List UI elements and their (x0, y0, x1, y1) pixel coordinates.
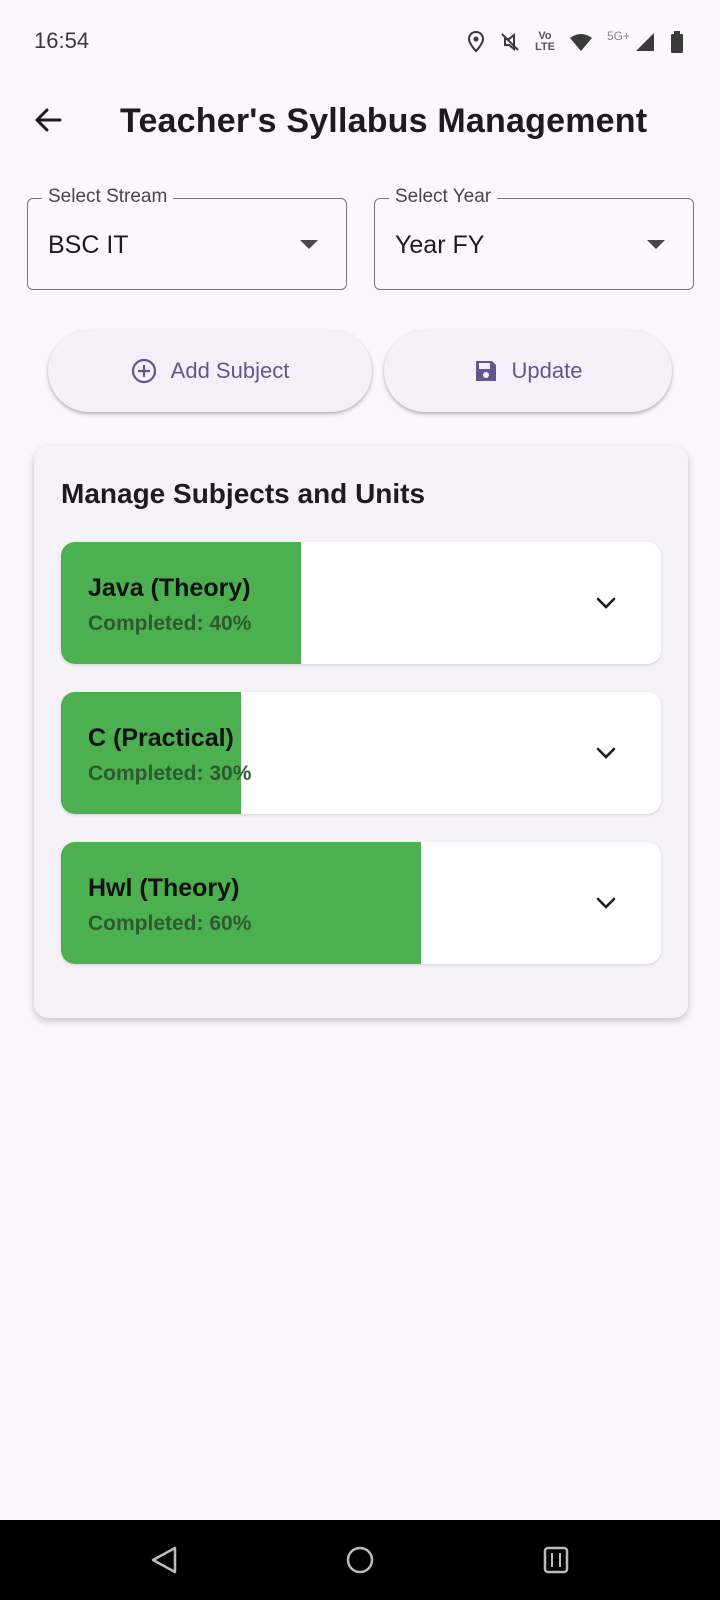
progress-fill (61, 842, 421, 964)
status-bar: 16:54 Vo LTE 5G+ (0, 0, 720, 84)
stream-dropdown-value: BSC IT (48, 231, 129, 259)
dropdown-arrow-icon (647, 240, 665, 249)
year-dropdown[interactable]: Select Year Year FY (374, 186, 694, 290)
app-bar: Teacher's Syllabus Management (0, 84, 720, 164)
card-title: Manage Subjects and Units (61, 478, 426, 509)
plus-circle-icon (131, 358, 157, 384)
nav-back-icon[interactable] (146, 1542, 182, 1578)
subject-progress-text: Completed: 30% (88, 762, 252, 785)
save-icon (474, 359, 498, 383)
mute-icon (499, 31, 521, 53)
wifi-icon (569, 32, 593, 52)
nav-recents-icon[interactable] (538, 1542, 574, 1578)
progress-fill (61, 542, 301, 664)
add-subject-label: Add Subject (170, 358, 290, 383)
update-button[interactable]: Update (384, 330, 672, 412)
chevron-down-icon[interactable] (593, 740, 619, 766)
location-icon (467, 31, 485, 53)
subject-name: C (Practical) (88, 724, 234, 752)
stream-dropdown-label: Select Stream (42, 186, 174, 208)
battery-icon (670, 30, 684, 54)
year-dropdown-value: Year FY (395, 231, 485, 259)
page-title: Teacher's Syllabus Management (120, 102, 648, 140)
stream-dropdown[interactable]: Select Stream BSC IT (27, 186, 347, 290)
subject-item[interactable]: Java (Theory) Completed: 40% (61, 542, 661, 664)
add-subject-button[interactable]: Add Subject (48, 330, 372, 412)
signal-icon (634, 31, 656, 53)
subject-progress-text: Completed: 40% (88, 612, 252, 635)
status-icons: Vo LTE 5G+ (467, 28, 684, 56)
update-label: Update (511, 358, 583, 383)
subject-progress-text: Completed: 60% (88, 912, 252, 935)
system-nav-bar (0, 1520, 720, 1600)
nav-home-icon[interactable] (342, 1542, 378, 1578)
back-button[interactable] (24, 98, 72, 146)
subjects-card: Manage Subjects and Units Java (Theory) … (34, 446, 688, 1018)
status-time: 16:54 (34, 28, 90, 53)
subject-name: Hwl (Theory) (88, 874, 240, 902)
dropdown-arrow-icon (300, 240, 318, 249)
chevron-down-icon[interactable] (593, 890, 619, 916)
progress-fill (61, 692, 241, 814)
arrow-left-icon (33, 105, 63, 140)
chevron-down-icon[interactable] (593, 590, 619, 616)
subject-item[interactable]: C (Practical) Completed: 30% (61, 692, 661, 814)
volte-icon: Vo LTE (535, 30, 555, 53)
network-generation: 5G+ (606, 29, 630, 43)
subject-item[interactable]: Hwl (Theory) Completed: 60% (61, 842, 661, 964)
year-dropdown-label: Select Year (389, 186, 498, 208)
subject-name: Java (Theory) (88, 574, 251, 602)
